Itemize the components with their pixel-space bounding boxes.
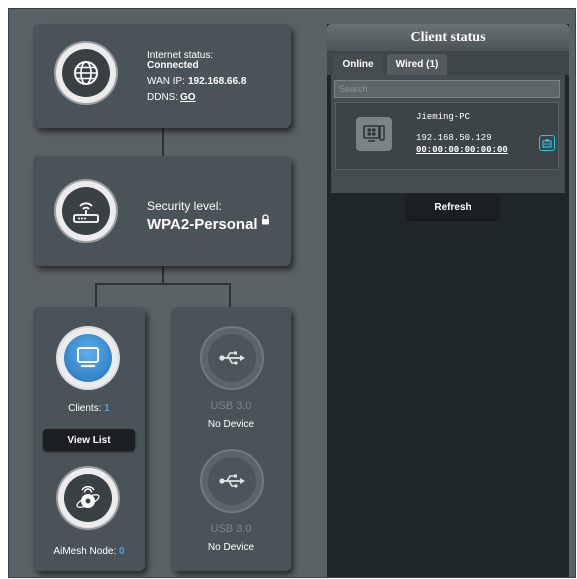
aimesh-icon xyxy=(76,485,100,508)
client-device-box xyxy=(356,117,392,151)
wan-ip-label: WAN IP: xyxy=(147,76,185,87)
ddns-go-link[interactable]: GO xyxy=(180,91,196,104)
aimesh-circle[interactable] xyxy=(58,468,118,528)
lock-icon xyxy=(262,214,269,225)
usb-card: USB 3.0 No Device USB 3.0 No Device xyxy=(171,307,291,571)
clients-label-text: Clients: xyxy=(68,403,102,414)
connector-line xyxy=(162,127,164,157)
view-list-button[interactable]: View List xyxy=(43,429,135,451)
client-status-title: Client status xyxy=(327,24,569,51)
usb-icon xyxy=(219,474,245,488)
connector-line xyxy=(162,266,164,284)
connector-line xyxy=(229,283,231,307)
security-level-value: WPA2-Personal xyxy=(147,216,258,233)
security-card: Security level: WPA2-Personal xyxy=(33,156,291,266)
clients-card: Clients: 1 View List AiMesh Node: 0 xyxy=(33,307,145,571)
router-icon xyxy=(73,202,99,223)
usb-icon xyxy=(219,351,245,365)
router-dashboard: Internet status: Connected WAN IP: 192.1… xyxy=(8,8,576,578)
connector-line xyxy=(95,283,97,307)
client-row[interactable]: Jieming-PC 192.168.50.129 00:00:00:00:00… xyxy=(335,102,559,170)
connector-line xyxy=(95,283,231,285)
aimesh-label: AiMesh Node: 0 xyxy=(33,545,145,558)
usb-port-1-label: USB 3.0 xyxy=(210,400,252,412)
client-mac[interactable]: 00:00:00:00:00:00 xyxy=(416,144,508,157)
globe-icon xyxy=(74,61,98,85)
ddns-label: DDNS: xyxy=(147,92,179,103)
tab-wired[interactable]: Wired (1) xyxy=(387,54,447,75)
windows-pc-icon xyxy=(363,125,385,142)
wired-connection-icon xyxy=(539,135,555,151)
usb-port-1-circle[interactable] xyxy=(202,328,262,388)
clients-count[interactable]: 1 xyxy=(104,403,110,414)
monitor-icon xyxy=(77,347,99,368)
internet-card: Internet status: Connected WAN IP: 192.1… xyxy=(33,24,291,128)
client-status-tabs: Online Wired (1) xyxy=(327,51,569,75)
usb-port-2-circle[interactable] xyxy=(202,451,262,511)
aimesh-label-text: AiMesh Node: xyxy=(53,546,117,557)
usb-port-2-status: No Device xyxy=(207,542,255,553)
client-search-input[interactable]: Search xyxy=(334,80,560,98)
clients-circle[interactable] xyxy=(58,328,118,388)
wan-ip-value: 192.168.66.8 xyxy=(188,76,247,87)
security-level-label: Security level: xyxy=(147,199,222,213)
aimesh-count[interactable]: 0 xyxy=(119,546,125,557)
clients-label: Clients: 1 xyxy=(33,402,145,415)
client-status-panel: Client status Online Wired (1) Search Ji… xyxy=(327,24,569,577)
usb-port-2-label: USB 3.0 xyxy=(210,523,252,535)
tab-online[interactable]: Online xyxy=(333,54,383,75)
router-circle[interactable] xyxy=(56,181,116,241)
internet-circle[interactable] xyxy=(56,43,116,103)
client-name: Jieming-PC xyxy=(416,112,471,122)
internet-status-value: Connected xyxy=(147,60,199,71)
usb-port-1-status: No Device xyxy=(207,419,255,430)
refresh-button[interactable]: Refresh xyxy=(407,195,499,219)
